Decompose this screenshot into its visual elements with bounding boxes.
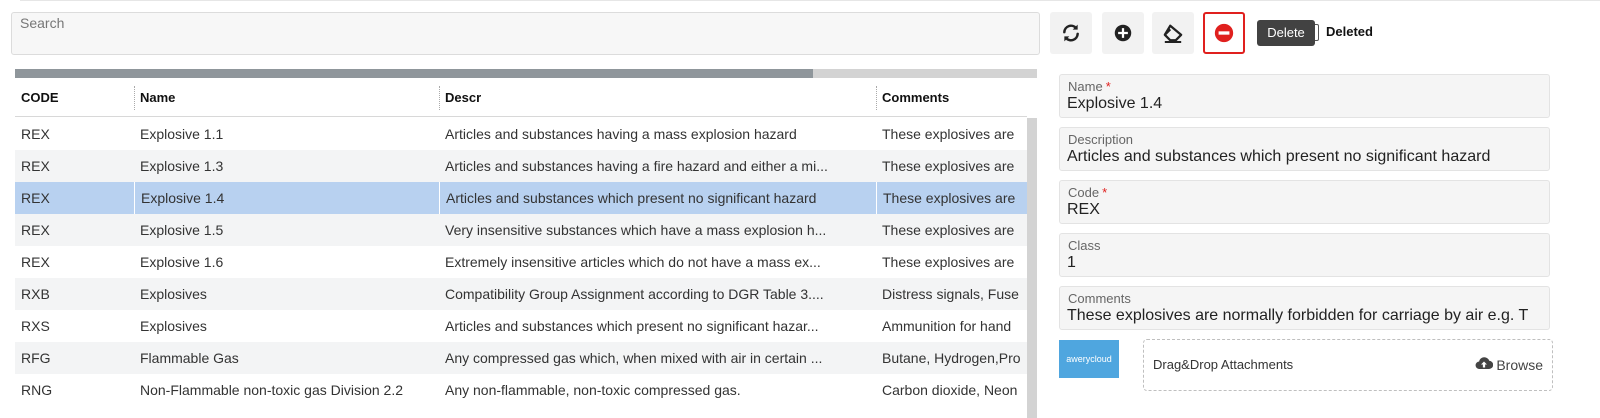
cell-name: Explosives bbox=[140, 318, 207, 334]
clear-button[interactable] bbox=[1152, 12, 1194, 54]
cell-name: Explosive 1.1 bbox=[140, 126, 224, 142]
code-value: REX bbox=[1067, 201, 1100, 218]
browse-button[interactable]: Browse bbox=[1475, 356, 1543, 373]
table-row[interactable]: REX Explosive 1.6 Extremely insensitive … bbox=[15, 246, 1027, 278]
class-field[interactable]: Class 1 bbox=[1059, 233, 1550, 277]
cell-name: Explosive 1.5 bbox=[140, 222, 224, 238]
refresh-icon bbox=[1061, 23, 1081, 43]
name-value: Explosive 1.4 bbox=[1067, 95, 1163, 112]
dropzone-label: Drag&Drop Attachments bbox=[1153, 357, 1294, 372]
cell-code: REX bbox=[21, 158, 50, 174]
table-row[interactable]: REX Explosive 1.5 Very insensitive subst… bbox=[15, 214, 1027, 246]
cell-code: RXS bbox=[21, 318, 50, 334]
grid-body: REX Explosive 1.1 Articles and substance… bbox=[15, 118, 1027, 406]
cell-code: REX bbox=[21, 222, 50, 238]
table-row[interactable]: REX Explosive 1.3 Articles and substance… bbox=[15, 150, 1027, 182]
top-divider bbox=[20, 0, 1600, 3]
delete-button[interactable] bbox=[1203, 12, 1245, 54]
table-row[interactable]: RFG Flammable Gas Any compressed gas whi… bbox=[15, 342, 1027, 374]
cell-descr: Any non-flammable, non-toxic compressed … bbox=[445, 382, 741, 398]
deleted-toggle[interactable] bbox=[1315, 24, 1319, 41]
column-header-code[interactable]: CODE bbox=[15, 78, 134, 117]
cell-descr: Very insensitive substances which have a… bbox=[445, 222, 827, 238]
name-field[interactable]: Name * Explosive 1.4 bbox=[1059, 74, 1550, 118]
browse-label: Browse bbox=[1496, 356, 1543, 373]
comments-label: Comments bbox=[1068, 291, 1131, 306]
cell-descr: Articles and substances which present no… bbox=[439, 182, 876, 214]
cell-descr: Articles and substances having a fire ha… bbox=[445, 158, 828, 174]
name-label: Name * bbox=[1068, 79, 1111, 94]
code-label: Code * bbox=[1068, 185, 1108, 200]
cell-code: REX bbox=[21, 254, 50, 270]
plus-circle-icon bbox=[1114, 24, 1132, 42]
refresh-button[interactable] bbox=[1050, 12, 1092, 54]
required-marker: * bbox=[1102, 185, 1108, 200]
table-row[interactable]: REX Explosive 1.1 Articles and substance… bbox=[15, 118, 1027, 150]
deleted-label: Deleted bbox=[1326, 24, 1373, 39]
cell-name: Explosive 1.3 bbox=[140, 158, 224, 174]
cell-descr: Extremely insensitive articles which do … bbox=[445, 254, 821, 270]
data-grid: CODE Name Descr Comments REX Explosive 1… bbox=[15, 78, 1027, 418]
cell-code: REX bbox=[21, 126, 50, 142]
cell-comments: These explosives are bbox=[882, 126, 1015, 142]
comments-value: These explosives are normally forbidden … bbox=[1067, 307, 1529, 324]
comments-field[interactable]: Comments These explosives are normally f… bbox=[1059, 286, 1550, 330]
cell-descr: Any compressed gas which, when mixed wit… bbox=[445, 350, 823, 366]
class-value: 1 bbox=[1067, 254, 1076, 271]
cell-name: Explosive 1.4 bbox=[134, 182, 439, 214]
column-header-name[interactable]: Name bbox=[134, 78, 439, 117]
horizontal-scrollbar[interactable] bbox=[15, 69, 1037, 78]
cell-descr: Compatibility Group Assignment according… bbox=[445, 286, 824, 302]
eraser-icon bbox=[1162, 23, 1184, 43]
cell-name: Explosive 1.6 bbox=[140, 254, 224, 270]
code-field[interactable]: Code * REX bbox=[1059, 180, 1550, 224]
cell-code: RNG bbox=[21, 382, 53, 398]
cell-comments: These explosives are bbox=[882, 158, 1015, 174]
description-field[interactable]: Description Articles and substances whic… bbox=[1059, 127, 1550, 171]
table-row[interactable]: RXS Explosives Articles and substances w… bbox=[15, 310, 1027, 342]
cloud-upload-icon bbox=[1475, 356, 1494, 373]
cell-descr: Articles and substances which present no… bbox=[445, 318, 819, 334]
column-header-comments[interactable]: Comments bbox=[876, 78, 1027, 117]
cell-comments: Butane, Hydrogen,Pro bbox=[882, 350, 1021, 366]
delete-tooltip: Delete bbox=[1257, 20, 1315, 46]
column-header-descr[interactable]: Descr bbox=[439, 78, 876, 117]
add-button[interactable] bbox=[1102, 12, 1144, 54]
cell-comments: These explosives are bbox=[876, 182, 1027, 214]
search-box[interactable] bbox=[11, 12, 1040, 55]
cell-descr: Articles and substances having a mass ex… bbox=[445, 126, 797, 142]
cell-comments: These explosives are bbox=[882, 222, 1015, 238]
horizontal-scrollbar-thumb[interactable] bbox=[15, 69, 813, 78]
cell-name: Non-Flammable non-toxic gas Division 2.2 bbox=[140, 382, 403, 398]
cell-code: RFG bbox=[21, 350, 51, 366]
attachments-dropzone[interactable]: Drag&Drop Attachments Browse bbox=[1143, 339, 1553, 391]
cell-code: REX bbox=[21, 190, 50, 206]
description-value: Articles and substances which present no… bbox=[1067, 148, 1491, 165]
cell-name: Flammable Gas bbox=[140, 350, 239, 366]
vertical-scrollbar[interactable] bbox=[1027, 118, 1037, 418]
required-marker: * bbox=[1105, 79, 1111, 94]
cell-comments: These explosives are bbox=[882, 254, 1015, 270]
class-label: Class bbox=[1068, 238, 1101, 253]
cell-code: RXB bbox=[21, 286, 50, 302]
grid-header: CODE Name Descr Comments bbox=[15, 78, 1027, 117]
cell-comments: Distress signals, Fuse bbox=[882, 286, 1019, 302]
cell-comments: Ammunition for hand bbox=[882, 318, 1012, 334]
awerycloud-logo: awerycloud bbox=[1059, 340, 1119, 378]
description-label: Description bbox=[1068, 132, 1134, 147]
table-row[interactable]: RXB Explosives Compatibility Group Assig… bbox=[15, 278, 1027, 310]
cell-name: Explosives bbox=[140, 286, 207, 302]
cell-comments: Carbon dioxide, Neon bbox=[882, 382, 1018, 398]
minus-circle-icon bbox=[1214, 23, 1234, 43]
search-input[interactable] bbox=[12, 13, 1039, 54]
table-row-selected[interactable]: REX Explosive 1.4 Articles and substance… bbox=[15, 182, 1027, 214]
table-row[interactable]: RNG Non-Flammable non-toxic gas Division… bbox=[15, 374, 1027, 406]
